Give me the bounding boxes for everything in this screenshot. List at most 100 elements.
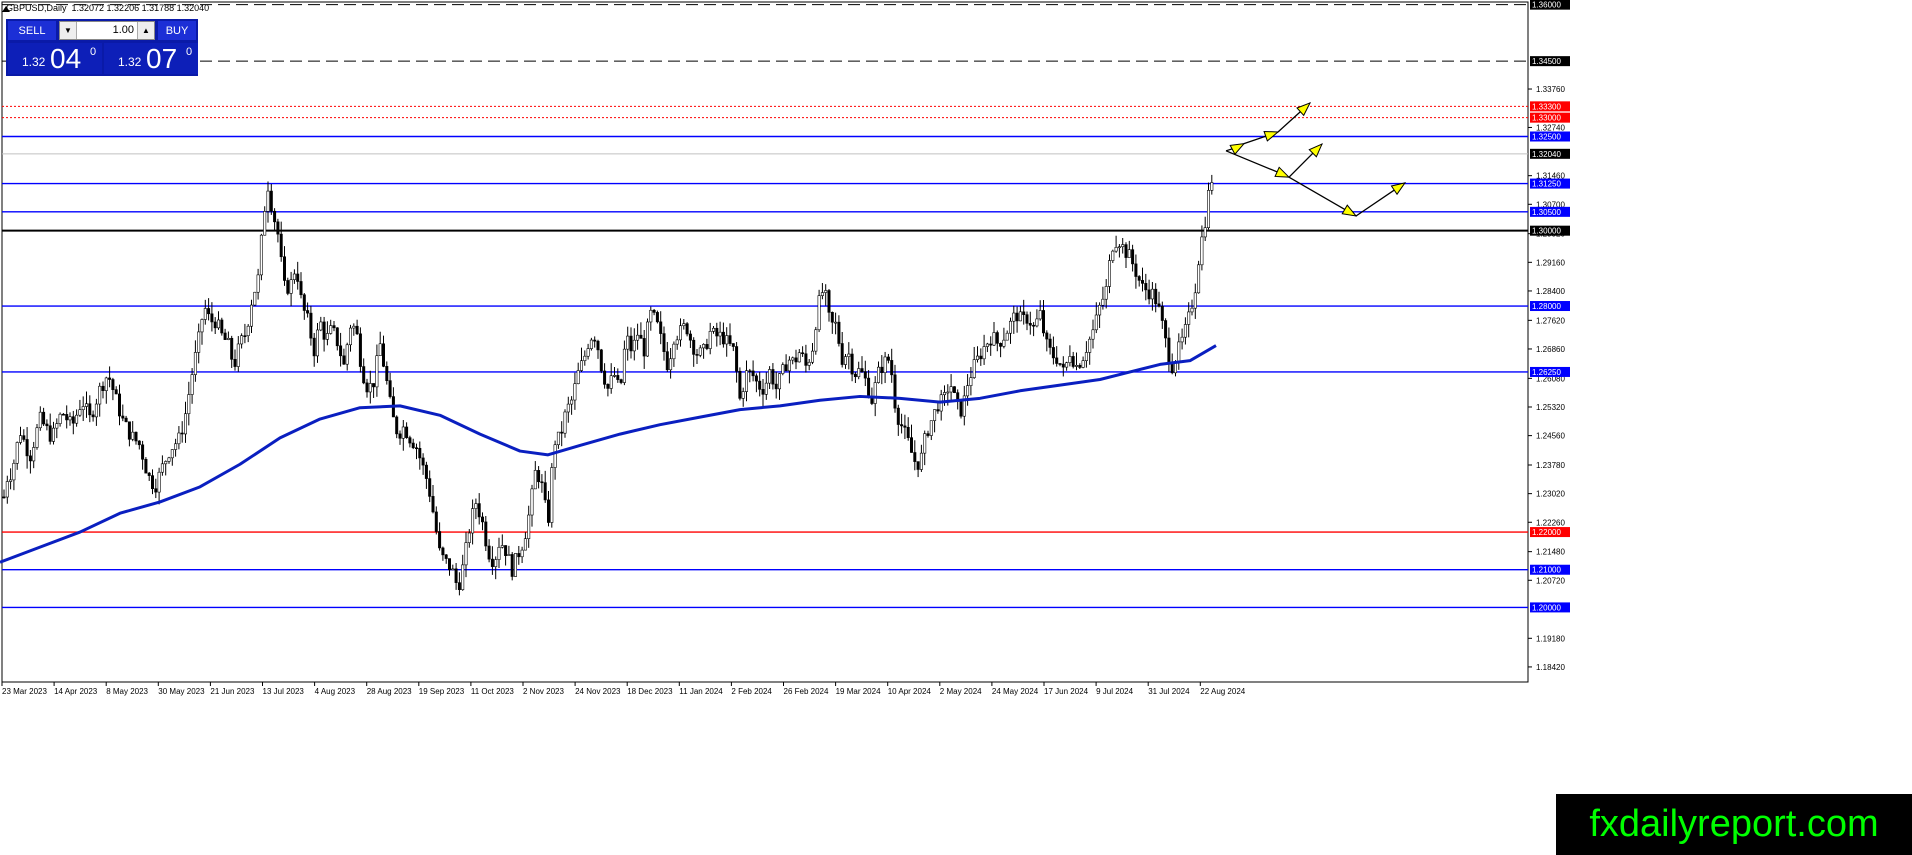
candle-body — [335, 327, 339, 347]
candle-body — [797, 352, 801, 363]
candle-body — [180, 432, 184, 435]
candle-body — [975, 355, 979, 360]
candle-body — [1187, 311, 1191, 325]
x-tick-label: 8 May 2023 — [106, 687, 148, 696]
candle-body — [969, 377, 973, 386]
candle-body — [134, 431, 138, 442]
candle-body — [401, 426, 405, 439]
x-tick-label: 26 Feb 2024 — [784, 687, 829, 696]
candle-body — [348, 327, 352, 346]
candle-body — [306, 310, 310, 314]
candle-body — [246, 325, 250, 337]
buy-price-display[interactable]: 1.32 07 0 — [104, 43, 198, 74]
candle-body — [434, 511, 438, 532]
candle-body — [926, 433, 930, 436]
x-tick-label: 2 Feb 2024 — [731, 687, 772, 696]
candle-body — [510, 554, 514, 577]
candle-body — [735, 346, 739, 372]
buy-button[interactable]: BUY — [158, 21, 196, 40]
lot-size-input[interactable]: ▼ 1.00 ▲ — [59, 21, 155, 40]
candle-body — [622, 348, 626, 383]
candle-body — [599, 349, 603, 372]
candle-body — [553, 444, 557, 468]
candle-body — [659, 321, 663, 334]
sell-button[interactable]: SELL — [8, 21, 56, 40]
sell-price-display[interactable]: 1.32 04 0 — [8, 43, 102, 74]
candle-body — [151, 475, 155, 490]
candle-body — [121, 415, 125, 419]
candle-body — [51, 427, 55, 442]
candle-body — [322, 321, 326, 340]
candle-body — [688, 333, 692, 341]
candle-body — [5, 481, 9, 498]
candle-body — [857, 368, 861, 378]
candle-body — [810, 350, 814, 363]
x-tick-label: 2 Nov 2023 — [523, 687, 564, 696]
candle-body — [236, 343, 240, 367]
candle-body — [332, 325, 336, 329]
candle-body — [263, 211, 267, 236]
candle-body — [302, 294, 306, 311]
candle-body — [764, 382, 768, 395]
candle-body — [1177, 341, 1181, 363]
level-label: 1.30000 — [1532, 227, 1561, 236]
decrease-lot-icon[interactable]: ▼ — [60, 22, 77, 39]
candle-body — [520, 549, 524, 558]
candle-body — [484, 521, 488, 547]
candle-body — [1164, 320, 1168, 339]
candle-body — [200, 319, 204, 333]
candle-body — [589, 339, 593, 349]
candle-body — [893, 374, 897, 409]
candle-body — [282, 256, 286, 281]
x-tick-label: 30 May 2023 — [158, 687, 205, 696]
candle-body — [174, 443, 178, 450]
candle-body — [830, 312, 834, 323]
candle-body — [979, 355, 983, 360]
candle-body — [1078, 365, 1082, 368]
candle-body — [873, 382, 877, 404]
candle-body — [141, 444, 145, 460]
candle-body — [507, 554, 511, 556]
candle-body — [325, 333, 329, 340]
candle-body — [441, 547, 445, 556]
candle-body — [497, 546, 501, 560]
candle-body — [309, 312, 313, 339]
candle-body — [1131, 249, 1135, 265]
candle-body — [118, 393, 122, 417]
candle-body — [985, 343, 989, 347]
y-tick-label: 1.28400 — [1536, 287, 1565, 296]
candle-body — [903, 425, 907, 428]
x-tick-label: 21 Jun 2023 — [210, 687, 255, 696]
candle-body — [804, 353, 808, 366]
candle-body — [12, 462, 16, 481]
price-chart[interactable]: 1.337601.327401.314601.307001.299201.291… — [0, 0, 1912, 855]
x-tick-label: 17 Jun 2024 — [1044, 687, 1089, 696]
candle-body — [1015, 312, 1019, 322]
candle-body — [1197, 264, 1201, 294]
candle-body — [355, 325, 359, 335]
y-tick-label: 1.19180 — [1536, 634, 1565, 643]
candle-body — [1075, 365, 1079, 367]
candle-body — [655, 312, 659, 323]
candle-body — [556, 431, 560, 446]
increase-lot-icon[interactable]: ▲ — [137, 22, 154, 39]
candle-body — [38, 411, 42, 429]
candle-body — [909, 437, 913, 453]
candle-body — [880, 366, 884, 373]
candle-body — [98, 385, 102, 405]
candle-body — [28, 455, 32, 462]
candle-body — [1150, 288, 1154, 300]
candle-body — [784, 364, 788, 372]
lot-size-value[interactable]: 1.00 — [76, 22, 138, 39]
candle-body — [197, 331, 201, 353]
x-tick-label: 28 Aug 2023 — [367, 687, 412, 696]
candle-body — [596, 340, 600, 351]
candle-body — [18, 435, 22, 443]
candle-body — [58, 413, 62, 424]
candle-body — [461, 564, 465, 590]
candle-body — [424, 464, 428, 479]
candle-body — [22, 435, 26, 440]
candle-body — [586, 348, 590, 357]
y-tick-label: 1.18420 — [1536, 663, 1565, 672]
candle-body — [533, 470, 537, 490]
